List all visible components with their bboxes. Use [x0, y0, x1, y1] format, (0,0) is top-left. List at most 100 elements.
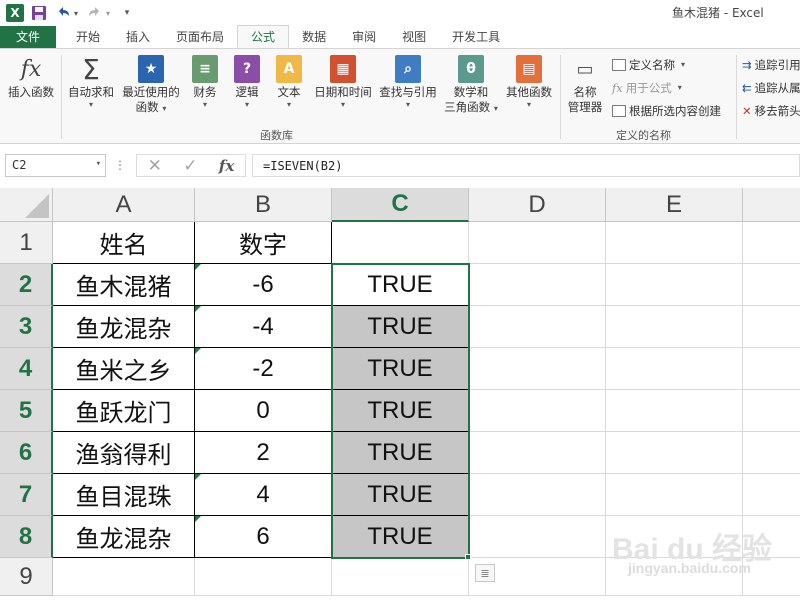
column-header-a[interactable]: A	[53, 188, 195, 222]
datetime-button[interactable]: ▦ 日期和时间 ▾	[311, 55, 375, 110]
define-name-button[interactable]: 定义名称 ▾	[612, 57, 685, 73]
use-in-formula-button[interactable]: fx 用于公式 ▾	[612, 80, 682, 96]
text-button[interactable]: A 文本 ▾	[271, 55, 307, 110]
cell-b3[interactable]: -4	[195, 306, 332, 348]
financial-button[interactable]: ≡ 财务 ▾	[186, 55, 224, 110]
tab-page-layout[interactable]: 页面布局	[163, 26, 237, 48]
cell-b9[interactable]	[195, 558, 332, 596]
column-header-e[interactable]: E	[606, 188, 743, 222]
trace-dependents-button[interactable]: ⇇ 追踪从属	[742, 80, 800, 96]
fill-handle[interactable]	[465, 554, 471, 560]
select-all-corner[interactable]	[0, 188, 53, 222]
cell-a3[interactable]: 鱼龙混杂	[53, 306, 195, 348]
cell-f1[interactable]	[743, 222, 800, 264]
formula-bar-splitter[interactable]: ⋮	[114, 158, 126, 172]
cell-f7[interactable]	[743, 474, 800, 516]
undo-dropdown-icon[interactable]: ▾	[72, 4, 80, 22]
cell-e1[interactable]	[606, 222, 743, 264]
column-header-d[interactable]: D	[469, 188, 606, 222]
cell-a6[interactable]: 渔翁得利	[53, 432, 195, 474]
name-manager-button[interactable]: ▭ 名称 管理器	[563, 55, 607, 115]
cell-b7[interactable]: 4	[195, 474, 332, 516]
undo-icon[interactable]	[54, 4, 72, 22]
tab-view[interactable]: 视图	[389, 26, 439, 48]
logical-button[interactable]: ? 逻辑 ▾	[229, 55, 265, 110]
row-header-5[interactable]: 5	[0, 390, 53, 432]
cell-c3[interactable]: TRUE	[332, 306, 469, 348]
cell-c1[interactable]	[332, 222, 469, 264]
insert-function-button[interactable]: fx 插入函数	[5, 55, 57, 100]
column-header-b[interactable]: B	[195, 188, 332, 222]
row-header-7[interactable]: 7	[0, 474, 53, 516]
tab-file[interactable]: 文件	[0, 26, 56, 48]
cell-c4[interactable]: TRUE	[332, 348, 469, 390]
tab-data[interactable]: 数据	[289, 26, 339, 48]
row-header-6[interactable]: 6	[0, 432, 53, 474]
customize-qat-icon[interactable]: ▾	[118, 4, 136, 22]
math-trig-button[interactable]: θ 数学和 三角函数 ▾	[441, 55, 501, 115]
row-header-4[interactable]: 4	[0, 348, 53, 390]
tab-developer[interactable]: 开发工具	[439, 26, 513, 48]
tab-insert[interactable]: 插入	[113, 26, 163, 48]
cell-b4[interactable]: -2	[195, 348, 332, 390]
cell-f3[interactable]	[743, 306, 800, 348]
cell-d2[interactable]	[469, 264, 606, 306]
quick-analysis-icon[interactable]: ≣	[475, 564, 495, 582]
cell-f4[interactable]	[743, 348, 800, 390]
redo-dropdown-icon[interactable]: ▾	[104, 4, 112, 22]
cell-a7[interactable]: 鱼目混珠	[53, 474, 195, 516]
cell-e6[interactable]	[606, 432, 743, 474]
cell-a1[interactable]: 姓名	[53, 222, 195, 264]
cell-d6[interactable]	[469, 432, 606, 474]
cell-a5[interactable]: 鱼跃龙门	[53, 390, 195, 432]
create-from-selection-button[interactable]: 根据所选内容创建	[612, 103, 721, 119]
cell-e2[interactable]	[606, 264, 743, 306]
column-header-f[interactable]	[743, 188, 800, 222]
cell-e4[interactable]	[606, 348, 743, 390]
cell-b6[interactable]: 2	[195, 432, 332, 474]
formula-input[interactable]: =ISEVEN(B2)	[252, 154, 800, 177]
cell-c6[interactable]: TRUE	[332, 432, 469, 474]
cell-e7[interactable]	[606, 474, 743, 516]
cell-c9[interactable]	[332, 558, 469, 596]
cell-e5[interactable]	[606, 390, 743, 432]
tab-home[interactable]: 开始	[56, 26, 113, 48]
tab-review[interactable]: 审阅	[339, 26, 389, 48]
cell-a4[interactable]: 鱼米之乡	[53, 348, 195, 390]
cell-a8[interactable]: 鱼龙混杂	[53, 516, 195, 558]
cell-d5[interactable]	[469, 390, 606, 432]
cell-b5[interactable]: 0	[195, 390, 332, 432]
lookup-button[interactable]: ⌕ 查找与引用 ▾	[376, 55, 440, 110]
row-header-9[interactable]: 9	[0, 558, 53, 596]
cell-b1[interactable]: 数字	[195, 222, 332, 264]
cell-c8[interactable]: TRUE	[332, 516, 469, 558]
enter-check-icon[interactable]: ✓	[183, 156, 197, 176]
cancel-icon[interactable]: ✕	[148, 156, 162, 176]
cell-d1[interactable]	[469, 222, 606, 264]
recently-used-button[interactable]: ★ 最近使用的 函数 ▾	[120, 55, 182, 115]
cell-e3[interactable]	[606, 306, 743, 348]
row-header-8[interactable]: 8	[0, 516, 53, 558]
cell-a2[interactable]: 鱼木混猪	[53, 264, 195, 306]
row-header-3[interactable]: 3	[0, 306, 53, 348]
cell-c5[interactable]: TRUE	[332, 390, 469, 432]
redo-icon[interactable]	[86, 4, 104, 22]
name-box-dropdown-icon[interactable]: ▾	[96, 159, 101, 169]
cell-f2[interactable]	[743, 264, 800, 306]
cell-b2[interactable]: -6	[195, 264, 332, 306]
cell-c2[interactable]: TRUE	[332, 264, 469, 306]
tab-formulas[interactable]: 公式	[237, 25, 290, 48]
remove-arrows-button[interactable]: ✕ 移去箭头	[742, 103, 800, 119]
cell-f5[interactable]	[743, 390, 800, 432]
insert-function-fx-icon[interactable]: fx	[219, 157, 234, 175]
more-functions-button[interactable]: ▤ 其他函数 ▾	[502, 55, 556, 110]
cell-d7[interactable]	[469, 474, 606, 516]
column-header-c[interactable]: C	[332, 188, 469, 222]
trace-precedents-button[interactable]: ⇉ 追踪引用	[742, 57, 800, 73]
cell-b8[interactable]: 6	[195, 516, 332, 558]
cell-d3[interactable]	[469, 306, 606, 348]
row-header-2[interactable]: 2	[0, 264, 53, 306]
autosum-button[interactable]: Σ 自动求和 ▾	[66, 55, 116, 110]
cell-c7[interactable]: TRUE	[332, 474, 469, 516]
save-icon[interactable]	[30, 4, 48, 22]
